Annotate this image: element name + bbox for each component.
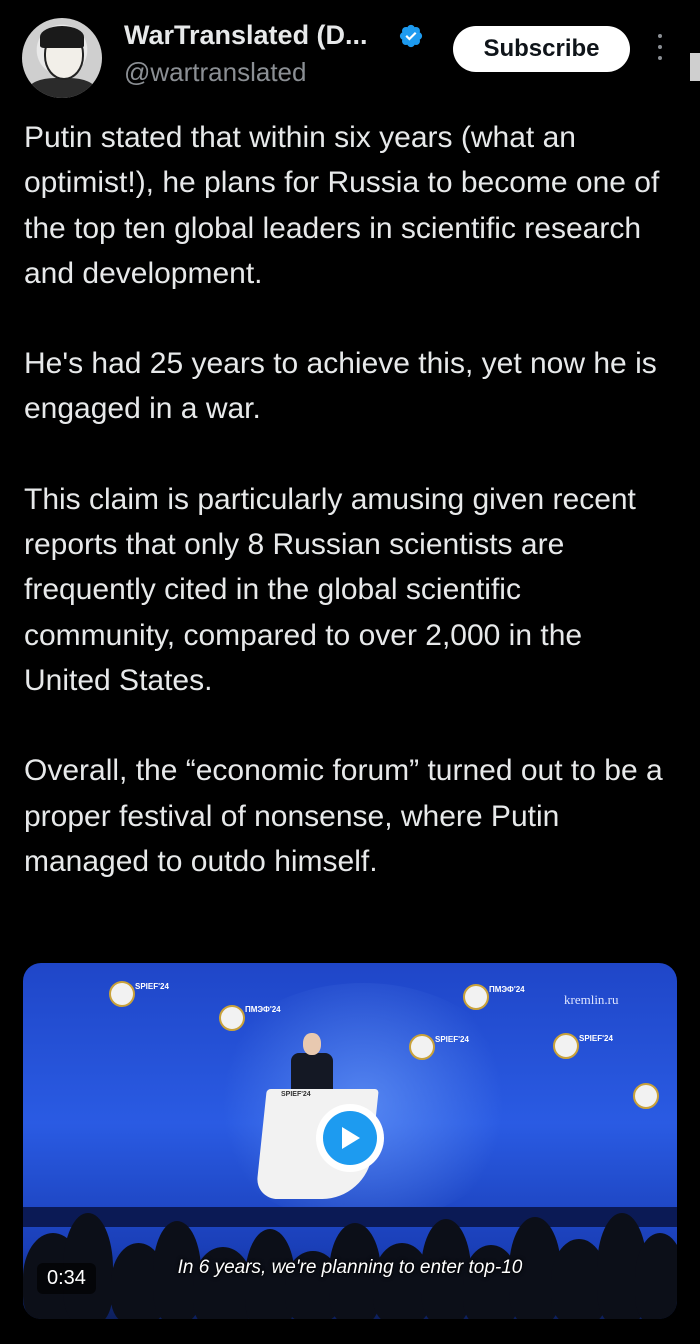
more-options-icon[interactable] <box>655 34 665 64</box>
forum-logo-text: SPIEF'24 <box>135 982 169 991</box>
forum-logo-text: SPIEF'24 <box>435 1035 469 1044</box>
forum-logo-icon <box>463 984 489 1010</box>
video-duration: 0:34 <box>37 1263 96 1294</box>
post-text: Putin stated that within six years (what… <box>24 115 674 929</box>
forum-logo-text: SPIEF'24 <box>579 1034 613 1043</box>
podium-label: SPIEF'24 <box>281 1091 311 1098</box>
video-caption: In 6 years, we're planning to enter top-… <box>177 1257 523 1278</box>
post-paragraph: Overall, the “economic forum” turned out… <box>24 754 663 878</box>
author-handle[interactable]: @wartranslated <box>124 57 306 88</box>
watermark-text: kremlin.ru <box>564 992 619 1007</box>
forum-logo-icon <box>219 1005 245 1031</box>
scrollbar-thumb[interactable] <box>690 53 700 81</box>
video-player[interactable]: SPIEF'24 ПМЭФ'24 SPIEF'24 ПМЭФ'24 SPIEF'… <box>23 963 677 1319</box>
avatar-shoulders <box>28 78 96 98</box>
forum-logo-text: ПМЭФ'24 <box>489 985 525 994</box>
forum-logo-icon <box>553 1033 579 1059</box>
play-button[interactable] <box>316 1104 384 1172</box>
post-header: WarTranslated (D... @wartranslated Subsc… <box>0 0 700 110</box>
forum-logo-icon <box>109 981 135 1007</box>
verified-badge-icon <box>399 24 423 48</box>
subscribe-button[interactable]: Subscribe <box>453 26 630 72</box>
post-paragraph: This claim is particularly amusing given… <box>24 482 636 697</box>
forum-logo-icon <box>409 1034 435 1060</box>
author-name[interactable]: WarTranslated (D... <box>124 20 368 51</box>
avatar-hair <box>40 26 84 48</box>
post-paragraph: He's had 25 years to achieve this, yet n… <box>24 347 657 426</box>
play-icon <box>342 1127 360 1149</box>
forum-logo-icon <box>633 1083 659 1109</box>
post-paragraph: Putin stated that within six years (what… <box>24 121 660 290</box>
forum-logo-text: ПМЭФ'24 <box>245 1005 281 1014</box>
author-avatar[interactable] <box>22 18 102 98</box>
